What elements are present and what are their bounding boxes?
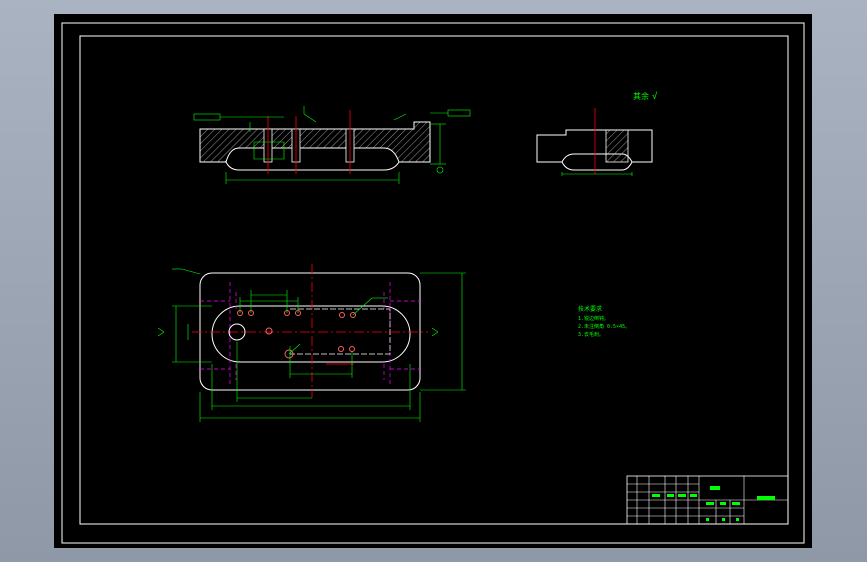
roughness-symbol: √ [652,91,658,102]
cad-drawing-canvas: 其余 √ 技术要求 1.锐边倒钝。 2.未注倒角 0.5×45。 3.去毛刺。 [61,22,805,544]
section-bottom-recess [225,161,400,171]
plan-small-holes [237,310,356,359]
plan-view [157,264,466,422]
tech-req-line-3: 3.去毛刺。 [578,331,604,338]
side-body-outline [536,129,653,163]
tech-req-heading: 技术要求 [578,305,602,313]
title-block [626,475,789,525]
roughness-note: 其余 √ [633,91,658,102]
roughness-note-text: 其余 [633,91,649,101]
side-hatched-section [605,129,629,163]
side-section-view [536,108,653,176]
front-section-view [193,106,471,184]
inner-sheet-border [79,35,789,525]
drawing-viewport[interactable]: 其余 √ 技术要求 1.锐边倒钝。 2.未注倒角 0.5×45。 3.去毛刺。 [54,14,812,548]
plan-plate-outline [199,272,421,391]
side-bottom-recess [561,161,633,171]
tech-req-line-2: 2.未注倒角 0.5×45。 [578,323,630,330]
technical-requirements: 技术要求 1.锐边倒钝。 2.未注倒角 0.5×45。 3.去毛刺。 [578,305,630,338]
section-hatched-body [199,121,431,163]
plan-hidden-lines [200,282,420,384]
outer-sheet-border [61,22,805,544]
tech-req-line-1: 1.锐边倒钝。 [578,315,609,322]
side-dimensions [561,172,633,176]
